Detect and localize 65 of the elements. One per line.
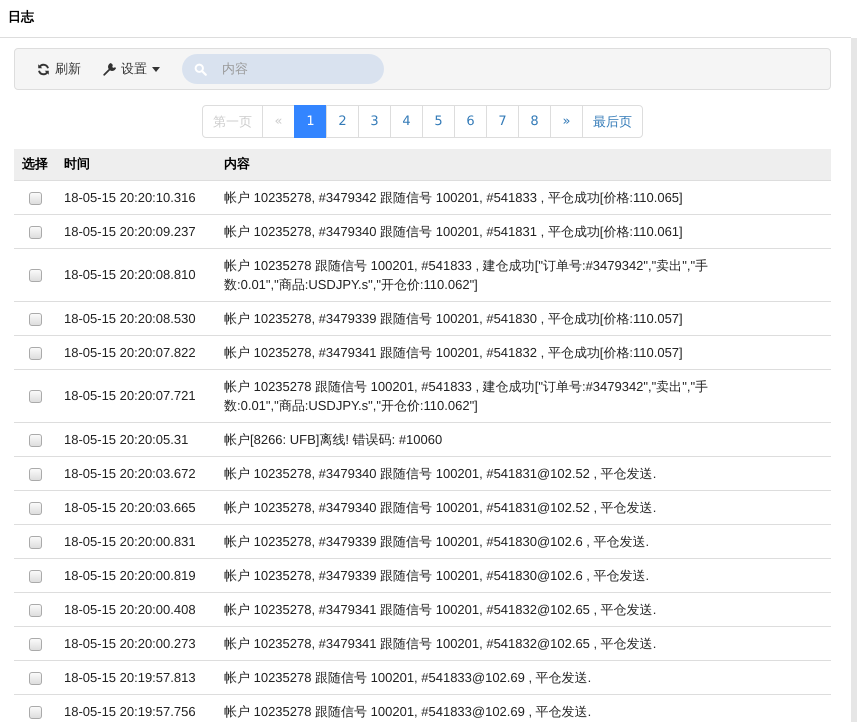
search-field[interactable]: 内容 [182, 54, 384, 84]
time-cell: 18-05-15 20:20:00.273 [56, 626, 216, 660]
content-cell: 帐户 10235278, #3479341 跟随信号 100201, #541832 , 平仓成功[价格:110.057] [216, 335, 831, 369]
row-checkbox[interactable] [28, 390, 42, 404]
row-checkbox[interactable] [28, 536, 42, 549]
wrench-icon [103, 62, 116, 76]
content-cell: 帐户 10235278 跟随信号 100201, #541833@102.69 , 平仓发送. [216, 694, 831, 722]
page-button[interactable]: 7 [486, 105, 519, 138]
row-checkbox[interactable] [28, 269, 42, 282]
content-cell: 帐户 10235278, #3479341 跟随信号 100201, #541832@102.65 , 平仓发送. [216, 626, 831, 660]
content-cell: 帐户 10235278, #3479339 跟随信号 100201, #541830 , 平仓成功[价格:110.057] [216, 301, 831, 335]
time-cell: 18-05-15 20:20:03.672 [56, 456, 216, 490]
page-button[interactable]: 4 [390, 105, 423, 138]
page-button[interactable]: 3 [358, 105, 391, 138]
time-cell: 18-05-15 20:20:03.665 [56, 490, 216, 524]
time-cell: 18-05-15 20:19:57.813 [56, 660, 216, 694]
row-checkbox[interactable] [28, 192, 42, 205]
refresh-button[interactable]: 刷新 [29, 54, 89, 84]
content-cell: 帐户 10235278, #3479342 跟随信号 100201, #541833 , 平仓成功[价格:110.065] [216, 180, 831, 214]
page-button[interactable]: 6 [454, 105, 487, 138]
content-cell: 帐户 10235278 跟随信号 100201, #541833 , 建仓成功["订单号:#3479342","卖出","手数:0.01","商品:USDJPY.s","开仓价:110.062"] [216, 248, 831, 301]
content-cell: 帐户 10235278 跟随信号 100201, #541833@102.69 , 平仓发送. [216, 660, 831, 694]
row-checkbox[interactable] [28, 434, 42, 447]
time-cell: 18-05-15 20:20:08.530 [56, 301, 216, 335]
column-header: 选择 [14, 149, 56, 180]
time-cell: 18-05-15 20:20:00.831 [56, 524, 216, 558]
content-cell: 帐户 10235278, #3479340 跟随信号 100201, #541831 , 平仓成功[价格:110.061] [216, 214, 831, 248]
content-cell: 帐户 10235278, #3479341 跟随信号 100201, #541832@102.65 , 平仓发送. [216, 592, 831, 626]
time-cell: 18-05-15 20:20:08.810 [56, 248, 216, 301]
row-checkbox[interactable] [28, 312, 42, 326]
page-button[interactable]: 5 [422, 105, 455, 138]
column-header: 时间 [56, 149, 216, 180]
time-cell: 18-05-15 20:20:07.721 [56, 369, 216, 422]
content-cell: 帐户 10235278 跟随信号 100201, #541833 , 建仓成功["订单号:#3479342","卖出","手数:0.01","商品:USDJPY.s","开仓价:110.062"] [216, 369, 831, 422]
row-checkbox[interactable] [28, 570, 42, 583]
row-checkbox[interactable] [28, 346, 42, 360]
page-button[interactable]: 1 [294, 105, 327, 138]
time-cell: 18-05-15 20:20:00.408 [56, 592, 216, 626]
row-checkbox[interactable] [28, 604, 42, 617]
page-button[interactable]: 8 [518, 105, 551, 138]
content-cell: 帐户 10235278, #3479340 跟随信号 100201, #541831@102.52 , 平仓发送. [216, 490, 831, 524]
time-cell: 18-05-15 20:20:05.31 [56, 422, 216, 456]
time-cell: 18-05-15 20:20:09.237 [56, 214, 216, 248]
row-checkbox[interactable] [28, 706, 42, 719]
caret-icon [152, 66, 160, 72]
row-checkbox[interactable] [28, 502, 42, 515]
row-checkbox[interactable] [28, 638, 42, 651]
time-cell: 18-05-15 20:20:10.316 [56, 180, 216, 214]
time-cell: 18-05-15 20:20:00.819 [56, 558, 216, 592]
time-cell: 18-05-15 20:19:57.756 [56, 694, 216, 722]
page-button[interactable]: 最后页 [582, 105, 643, 138]
settings-button[interactable]: 设置 [95, 54, 168, 84]
content-cell: 帐户 10235278, #3479340 跟随信号 100201, #541831@102.52 , 平仓发送. [216, 456, 831, 490]
page-button[interactable]: 2 [326, 105, 359, 138]
content-cell: 帐户 10235278, #3479339 跟随信号 100201, #541830@102.6 , 平仓发送. [216, 524, 831, 558]
column-header: 内容 [216, 149, 831, 180]
refresh-icon [37, 62, 50, 76]
row-checkbox[interactable] [28, 226, 42, 239]
content-cell: 帐户 10235278, #3479339 跟随信号 100201, #541830@102.6 , 平仓发送. [216, 558, 831, 592]
page-title: 日志 [0, 0, 851, 38]
page-button[interactable]: » [550, 105, 583, 138]
time-cell: 18-05-15 20:20:07.822 [56, 335, 216, 369]
row-checkbox[interactable] [28, 672, 42, 685]
row-checkbox[interactable] [28, 468, 42, 481]
content-cell: 帐户[8266: UFB]离线! 错误码: #10060 [216, 422, 831, 456]
